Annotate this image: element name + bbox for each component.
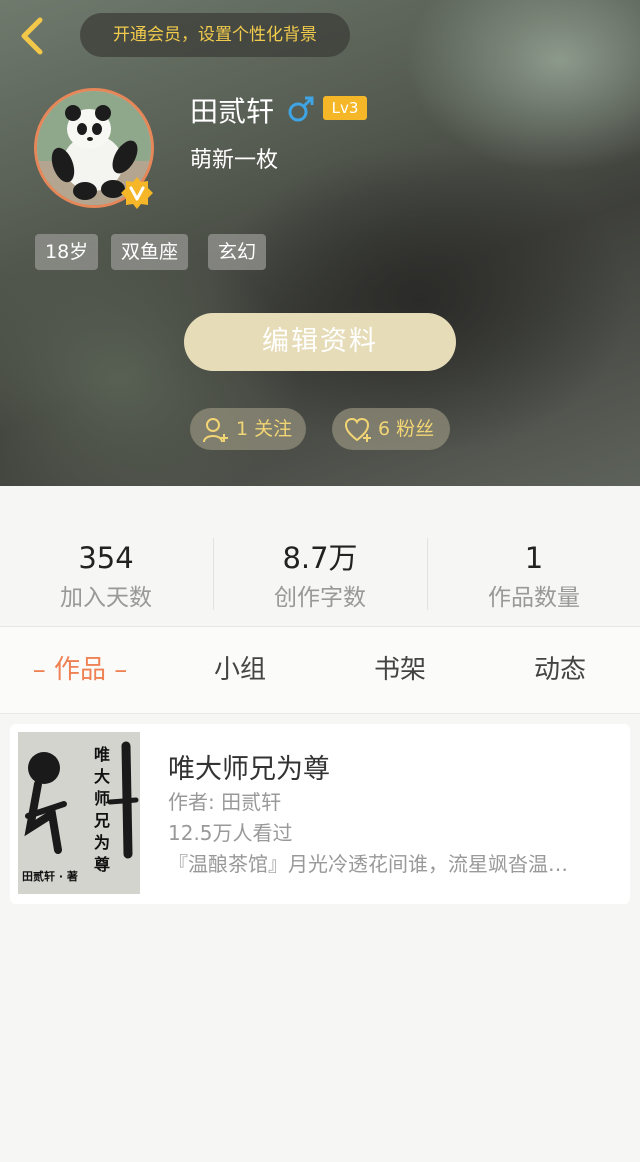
profile-header: 开通会员，设置个性化背景 田贰轩 Lv3 萌新一枚 18岁 双鱼座 玄幻 编辑资… xyxy=(0,0,640,486)
avatar[interactable] xyxy=(34,88,154,209)
add-user-icon xyxy=(203,418,228,443)
stat-works-count: 1 作品数量 xyxy=(428,540,640,612)
chevron-left-icon xyxy=(21,17,43,55)
stat-join-days: 354 加入天数 xyxy=(0,540,212,612)
fans-count: 6 粉丝 xyxy=(378,418,435,440)
heart-icon xyxy=(344,417,371,442)
stat-word-count: 8.7万 创作字数 xyxy=(214,540,426,612)
tab-activity[interactable]: 动态 xyxy=(480,627,640,713)
tab-bookshelf[interactable]: 书架 xyxy=(320,627,480,713)
stat-value: 1 xyxy=(524,541,544,575)
vip-banner[interactable]: 开通会员，设置个性化背景 xyxy=(80,13,350,57)
edit-profile-button[interactable]: 编辑资料 xyxy=(184,313,456,371)
book-views: 12.5万人看过 xyxy=(168,821,293,845)
tab-bar: – 作品 – 小组 书架 动态 xyxy=(0,627,640,714)
tag-genre: 玄幻 xyxy=(208,234,267,270)
stat-value: 354 xyxy=(78,541,134,575)
book-title: 唯大师兄为尊 xyxy=(168,754,330,785)
username: 田贰轩 xyxy=(190,95,275,128)
tag-age: 18岁 xyxy=(35,234,99,270)
stat-label: 作品数量 xyxy=(488,585,580,611)
stat-value: 8.7万 xyxy=(282,541,358,575)
cover-author: 田贰轩 · 著 xyxy=(22,870,78,883)
book-cover: 唯大师兄为尊 田贰轩 · 著 xyxy=(18,732,140,894)
user-bio: 萌新一枚 xyxy=(190,148,279,173)
verified-badge-icon xyxy=(121,177,153,209)
fans-button[interactable]: 6 粉丝 xyxy=(332,408,450,450)
male-icon xyxy=(288,96,314,122)
book-card[interactable]: 唯大师兄为尊 田贰轩 · 著 唯大师兄为尊 作者: 田贰轩 12.5万人看过 『… xyxy=(10,724,630,904)
book-author: 作者: 田贰轩 xyxy=(168,790,282,814)
level-badge: Lv3 xyxy=(323,96,367,120)
book-description: 『温酿茶馆』月光冷透花间谁，流星飒沓温… xyxy=(168,852,568,876)
cover-title: 唯大师兄为尊 xyxy=(94,745,111,874)
back-button[interactable] xyxy=(16,16,50,56)
following-button[interactable]: 1 关注 xyxy=(190,408,306,450)
stat-label: 加入天数 xyxy=(60,585,152,611)
tag-zodiac: 双鱼座 xyxy=(111,234,189,270)
stat-label: 创作字数 xyxy=(274,585,366,611)
tab-works[interactable]: – 作品 – xyxy=(0,627,160,713)
following-count: 1 关注 xyxy=(236,418,293,440)
stats-bar: 354 加入天数 8.7万 创作字数 1 作品数量 xyxy=(0,486,640,627)
tab-groups[interactable]: 小组 xyxy=(160,627,320,713)
